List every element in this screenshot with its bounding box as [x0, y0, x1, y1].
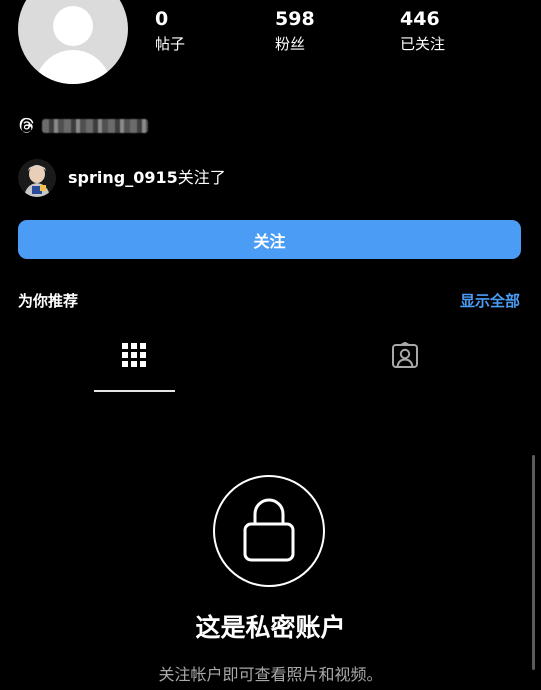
grid-icon — [121, 342, 147, 372]
redacted-threads-handle — [42, 119, 148, 133]
followers-count: 598 — [275, 8, 315, 30]
private-account-subtitle: 关注帐户即可查看照片和视频。 — [158, 665, 383, 684]
lock-icon — [243, 496, 295, 566]
followed-by-row[interactable]: spring_0915关注了 — [18, 158, 226, 198]
following-count: 446 — [400, 8, 440, 30]
private-lock-badge — [213, 475, 325, 587]
following-label: 已关注 — [400, 35, 446, 53]
threads-icon — [18, 117, 36, 135]
see-all-link[interactable]: 显示全部 — [460, 290, 520, 312]
active-tab-indicator — [94, 390, 175, 392]
followed-by-suffix: 关注了 — [177, 168, 226, 187]
follow-button[interactable]: 关注 — [18, 220, 521, 259]
private-account-title: 这是私密账户 — [195, 613, 346, 642]
posts-stat: 0 帖子 — [155, 8, 185, 54]
threads-badge[interactable] — [18, 115, 148, 137]
posts-label: 帖子 — [155, 35, 186, 53]
followers-stat[interactable]: 598 粉丝 — [275, 8, 315, 54]
tagged-person-icon — [391, 341, 419, 374]
tab-tagged[interactable] — [365, 341, 445, 392]
suggested-title: 为你推荐 — [18, 292, 79, 310]
follower-username[interactable]: spring_0915 — [68, 168, 178, 187]
followed-by-text: spring_0915关注了 — [68, 168, 226, 188]
tab-posts-grid[interactable] — [94, 342, 174, 392]
following-stat[interactable]: 446 已关注 — [400, 8, 445, 54]
avatar-placeholder-head — [53, 6, 93, 46]
profile-avatar[interactable] — [18, 0, 128, 84]
posts-count: 0 — [155, 8, 169, 30]
avatar-placeholder-body — [35, 50, 111, 84]
follower-avatar[interactable] — [18, 159, 56, 197]
followers-label: 粉丝 — [275, 35, 306, 53]
